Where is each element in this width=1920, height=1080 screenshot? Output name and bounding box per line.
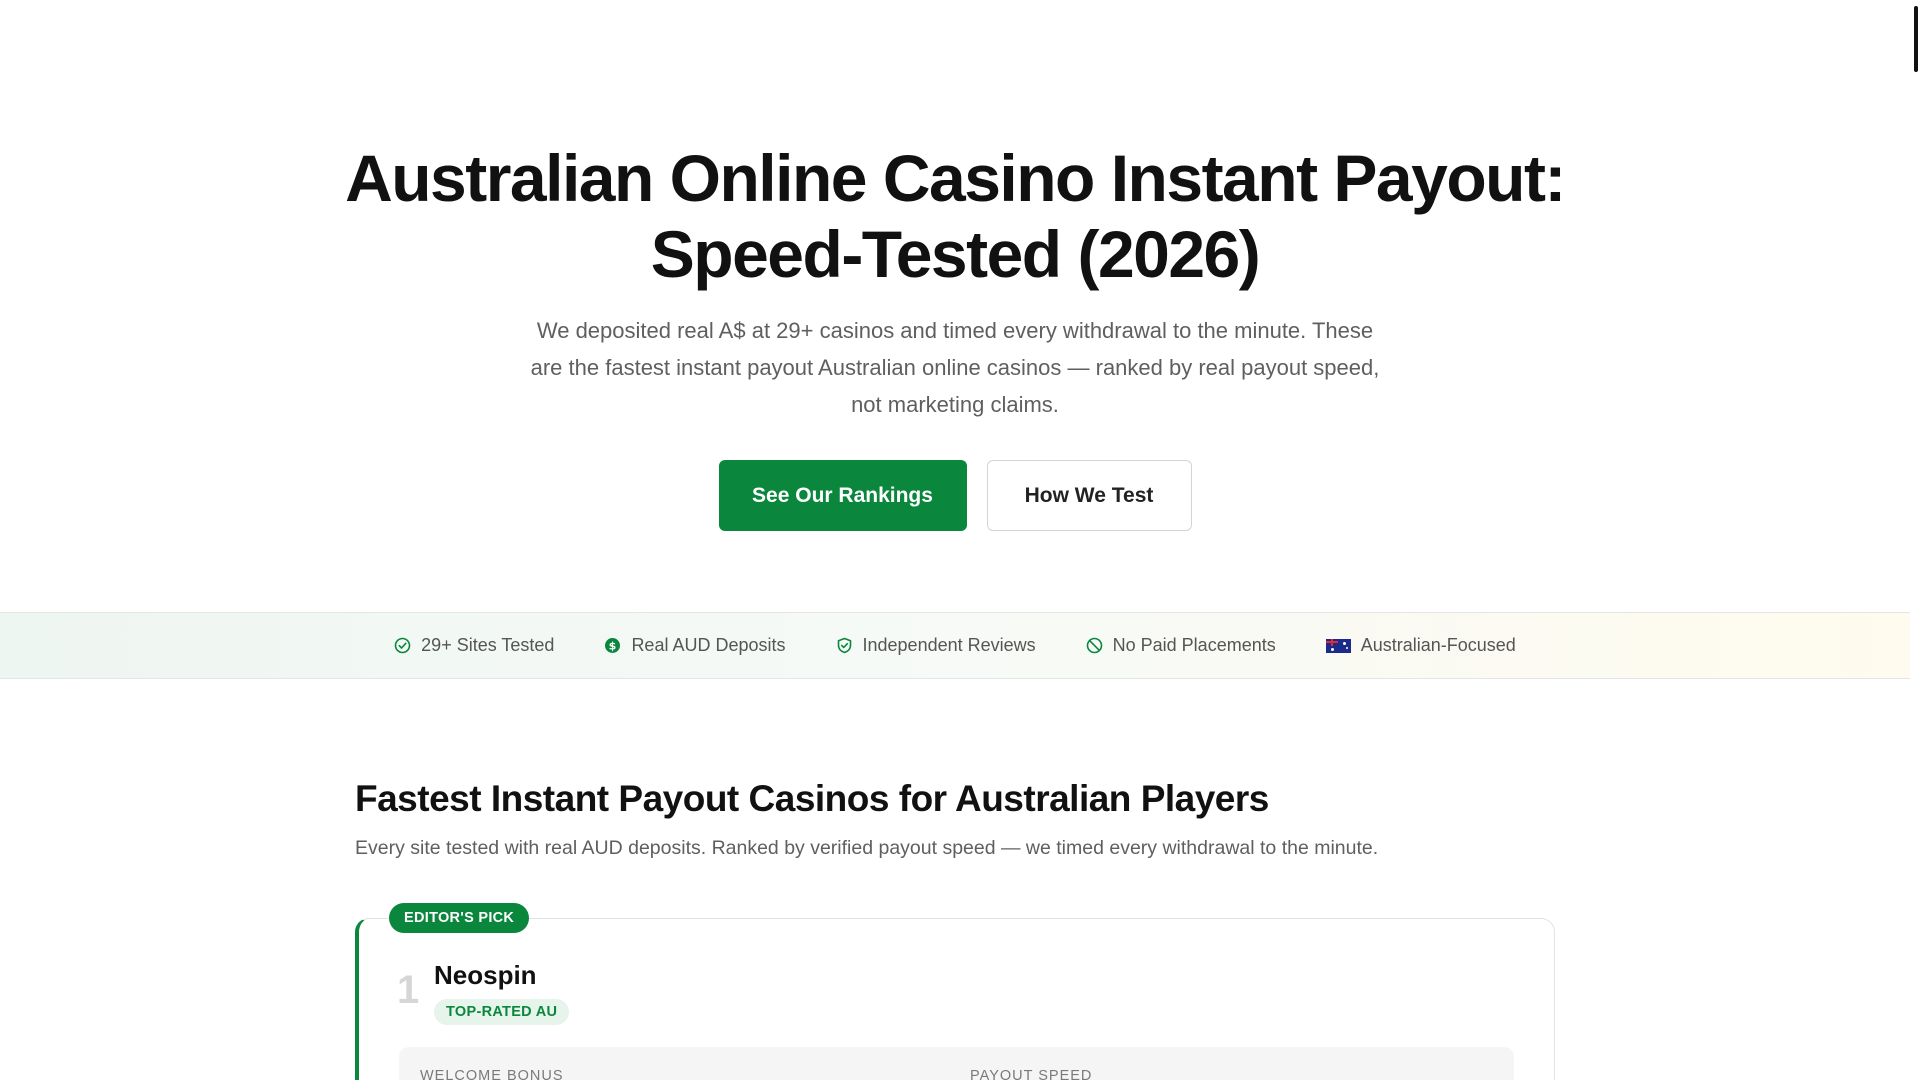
- hero-subtitle: We deposited real A$ at 29+ casinos and …: [530, 318, 1380, 417]
- trust-item-australian: Australian-Focused: [1325, 635, 1516, 656]
- casino-name[interactable]: Neospin: [434, 960, 537, 991]
- rankings-title: Fastest Instant Payout Casinos for Austr…: [355, 778, 1269, 819]
- shield-check-icon: [836, 637, 853, 654]
- hero-buttons: See Our Rankings How We Test: [0, 460, 1910, 531]
- trust-item-independent: Independent Reviews: [836, 635, 1036, 656]
- scrollbar-thumb[interactable]: [1914, 6, 1918, 72]
- casino-tag: TOP-RATED AU: [434, 999, 570, 1025]
- rank-number: 1: [397, 968, 420, 1012]
- trust-item-no-paid: No Paid Placements: [1086, 635, 1276, 656]
- how-we-test-button[interactable]: How We Test: [986, 460, 1192, 531]
- check-circle-icon: [394, 637, 411, 654]
- trust-label: Real AUD Deposits: [631, 635, 786, 655]
- casino-stats-box: [399, 1047, 1514, 1080]
- ban-icon: [1086, 637, 1103, 654]
- australia-flag-icon: [1325, 638, 1351, 653]
- trust-item-aud-deposits: $ Real AUD Deposits: [604, 635, 786, 656]
- trust-label: 29+ Sites Tested: [421, 635, 555, 655]
- page-scrollbar[interactable]: [1912, 0, 1920, 1080]
- page-title: Australian Online Casino Instant Payout:…: [345, 141, 1566, 291]
- trust-item-sites-tested: 29+ Sites Tested: [394, 635, 554, 656]
- dollar-circle-icon: $: [604, 637, 621, 654]
- trust-label: Australian-Focused: [1360, 635, 1516, 655]
- trust-bar: 29+ Sites Tested $ Real AUD Deposits Ind…: [0, 612, 1910, 679]
- see-rankings-button[interactable]: See Our Rankings: [718, 460, 967, 531]
- payout-speed-label: PAYOUT SPEED: [970, 1068, 1093, 1080]
- welcome-bonus-label: WELCOME BONUS: [420, 1068, 564, 1080]
- trust-label: No Paid Placements: [1112, 635, 1276, 655]
- rankings-subtitle: Every site tested with real AUD deposits…: [355, 837, 1379, 859]
- trust-label: Independent Reviews: [862, 635, 1036, 655]
- svg-text:$: $: [609, 639, 617, 652]
- editors-pick-badge: EDITOR'S PICK: [389, 903, 530, 933]
